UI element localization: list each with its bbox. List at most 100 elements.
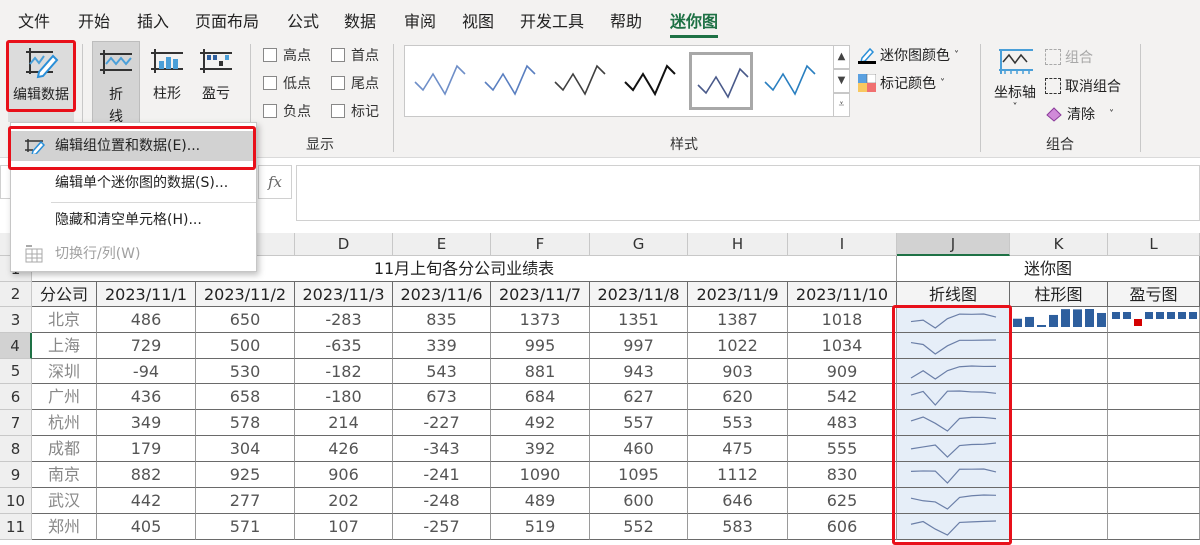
style-option-4[interactable] (689, 52, 753, 110)
winloss-sparkline-cell[interactable] (1108, 333, 1200, 359)
column-sparkline-cell[interactable] (1010, 462, 1108, 488)
clear-button[interactable]: 清除 ˅ (1045, 104, 1114, 124)
branch-name[interactable]: 北京 (32, 307, 97, 333)
data-cell[interactable]: 500 (196, 333, 295, 359)
show-checkbox-0[interactable]: 高点 (263, 45, 311, 65)
column-title[interactable]: 2023/11/1 (97, 282, 196, 307)
winloss-sparkline-cell[interactable] (1108, 410, 1200, 436)
data-cell[interactable]: 543 (393, 359, 491, 384)
axis-button[interactable]: 坐标轴 ˅ (990, 46, 1040, 126)
group-button[interactable]: 组合 (1045, 47, 1093, 67)
data-cell[interactable]: 646 (688, 488, 788, 514)
column-title[interactable]: 2023/11/9 (688, 282, 788, 307)
data-cell[interactable]: -94 (97, 359, 196, 384)
data-cell[interactable]: 442 (97, 488, 196, 514)
column-title[interactable]: 2023/11/10 (788, 282, 897, 307)
data-cell[interactable]: 436 (97, 384, 196, 410)
row-header[interactable]: 4 (0, 333, 32, 359)
style-option-5[interactable] (759, 52, 823, 110)
data-cell[interactable]: 349 (97, 410, 196, 436)
data-cell[interactable]: 304 (196, 436, 295, 462)
sparkline-type-line-button[interactable]: 折线 (92, 41, 140, 125)
branch-name[interactable]: 郑州 (32, 514, 97, 540)
winloss-sparkline-cell[interactable] (1108, 359, 1200, 384)
show-checkbox-1[interactable]: 首点 (331, 45, 379, 65)
data-cell[interactable]: 519 (491, 514, 590, 540)
line-sparkline-cell[interactable] (897, 333, 1010, 359)
data-cell[interactable]: 627 (590, 384, 688, 410)
data-cell[interactable]: 571 (196, 514, 295, 540)
data-cell[interactable]: 673 (393, 384, 491, 410)
data-cell[interactable]: -343 (393, 436, 491, 462)
column-sparkline-cell[interactable] (1010, 307, 1108, 333)
sparkline-header[interactable]: 柱形图 (1010, 282, 1108, 307)
data-cell[interactable]: -241 (393, 462, 491, 488)
show-checkbox-3[interactable]: 尾点 (331, 73, 379, 93)
data-cell[interactable]: 1351 (590, 307, 688, 333)
data-cell[interactable]: 909 (788, 359, 897, 384)
data-cell[interactable]: -257 (393, 514, 491, 540)
winloss-sparkline-cell[interactable] (1108, 488, 1200, 514)
tab-6[interactable]: 审阅 (404, 8, 436, 32)
line-sparkline-cell[interactable] (897, 436, 1010, 462)
checkbox-box[interactable] (263, 104, 277, 118)
checkbox-box[interactable] (263, 48, 277, 62)
sparkline-header[interactable]: 盈亏图 (1108, 282, 1200, 307)
line-sparkline-cell[interactable] (897, 488, 1010, 514)
tab-4[interactable]: 公式 (287, 8, 319, 32)
formula-input[interactable] (296, 165, 1200, 221)
data-cell[interactable]: 600 (590, 488, 688, 514)
column-title[interactable]: 2023/11/7 (491, 282, 590, 307)
tab-9[interactable]: 帮助 (610, 8, 642, 32)
column-header-F[interactable]: F (491, 233, 590, 256)
data-cell[interactable]: 277 (196, 488, 295, 514)
column-sparkline-cell[interactable] (1010, 333, 1108, 359)
data-cell[interactable]: 1034 (788, 333, 897, 359)
data-cell[interactable]: 1018 (788, 307, 897, 333)
data-cell[interactable]: 202 (295, 488, 393, 514)
column-title[interactable]: 分公司 (32, 282, 97, 307)
gallery-scroll-down[interactable]: ▼ (833, 69, 850, 93)
menu-item-hidden-empty-cells[interactable]: 隐藏和清空单元格(H)... (11, 205, 256, 235)
data-cell[interactable]: 555 (788, 436, 897, 462)
style-option-2[interactable] (549, 52, 613, 110)
tab-3[interactable]: 页面布局 (195, 8, 259, 32)
data-cell[interactable]: 830 (788, 462, 897, 488)
data-cell[interactable]: 882 (97, 462, 196, 488)
data-cell[interactable]: 405 (97, 514, 196, 540)
line-sparkline-cell[interactable] (897, 462, 1010, 488)
gallery-scroll-up[interactable]: ▲ (833, 45, 850, 69)
branch-name[interactable]: 南京 (32, 462, 97, 488)
sparkline-header[interactable]: 折线图 (897, 282, 1010, 307)
winloss-sparkline-cell[interactable] (1108, 436, 1200, 462)
sparkline-type-winloss-button[interactable]: 盈亏 (193, 41, 239, 123)
data-cell[interactable]: 1095 (590, 462, 688, 488)
marker-color-button[interactable]: 标记颜色 ˅ (858, 73, 945, 93)
column-title[interactable]: 2023/11/3 (295, 282, 393, 307)
branch-name[interactable]: 武汉 (32, 488, 97, 514)
column-header-D[interactable]: D (295, 233, 393, 256)
column-header-E[interactable]: E (393, 233, 491, 256)
data-cell[interactable]: 995 (491, 333, 590, 359)
checkbox-box[interactable] (331, 104, 345, 118)
row-header[interactable]: 7 (0, 410, 32, 436)
column-sparkline-cell[interactable] (1010, 384, 1108, 410)
sparkline-type-column-button[interactable]: 柱形 (145, 41, 189, 123)
style-option-1[interactable] (479, 52, 543, 110)
column-title[interactable]: 2023/11/2 (196, 282, 295, 307)
column-sparkline-cell[interactable] (1010, 359, 1108, 384)
column-header-J[interactable]: J (897, 233, 1010, 256)
data-cell[interactable]: 583 (688, 514, 788, 540)
column-sparkline-cell[interactable] (1010, 488, 1108, 514)
data-cell[interactable]: 542 (788, 384, 897, 410)
data-cell[interactable]: 179 (97, 436, 196, 462)
column-header-K[interactable]: K (1010, 233, 1108, 256)
branch-name[interactable]: 成都 (32, 436, 97, 462)
data-cell[interactable]: 107 (295, 514, 393, 540)
data-cell[interactable]: 530 (196, 359, 295, 384)
tab-1[interactable]: 开始 (78, 8, 110, 32)
branch-name[interactable]: 深圳 (32, 359, 97, 384)
show-checkbox-5[interactable]: 标记 (331, 101, 379, 121)
column-sparkline-cell[interactable] (1010, 410, 1108, 436)
line-sparkline-cell[interactable] (897, 514, 1010, 540)
